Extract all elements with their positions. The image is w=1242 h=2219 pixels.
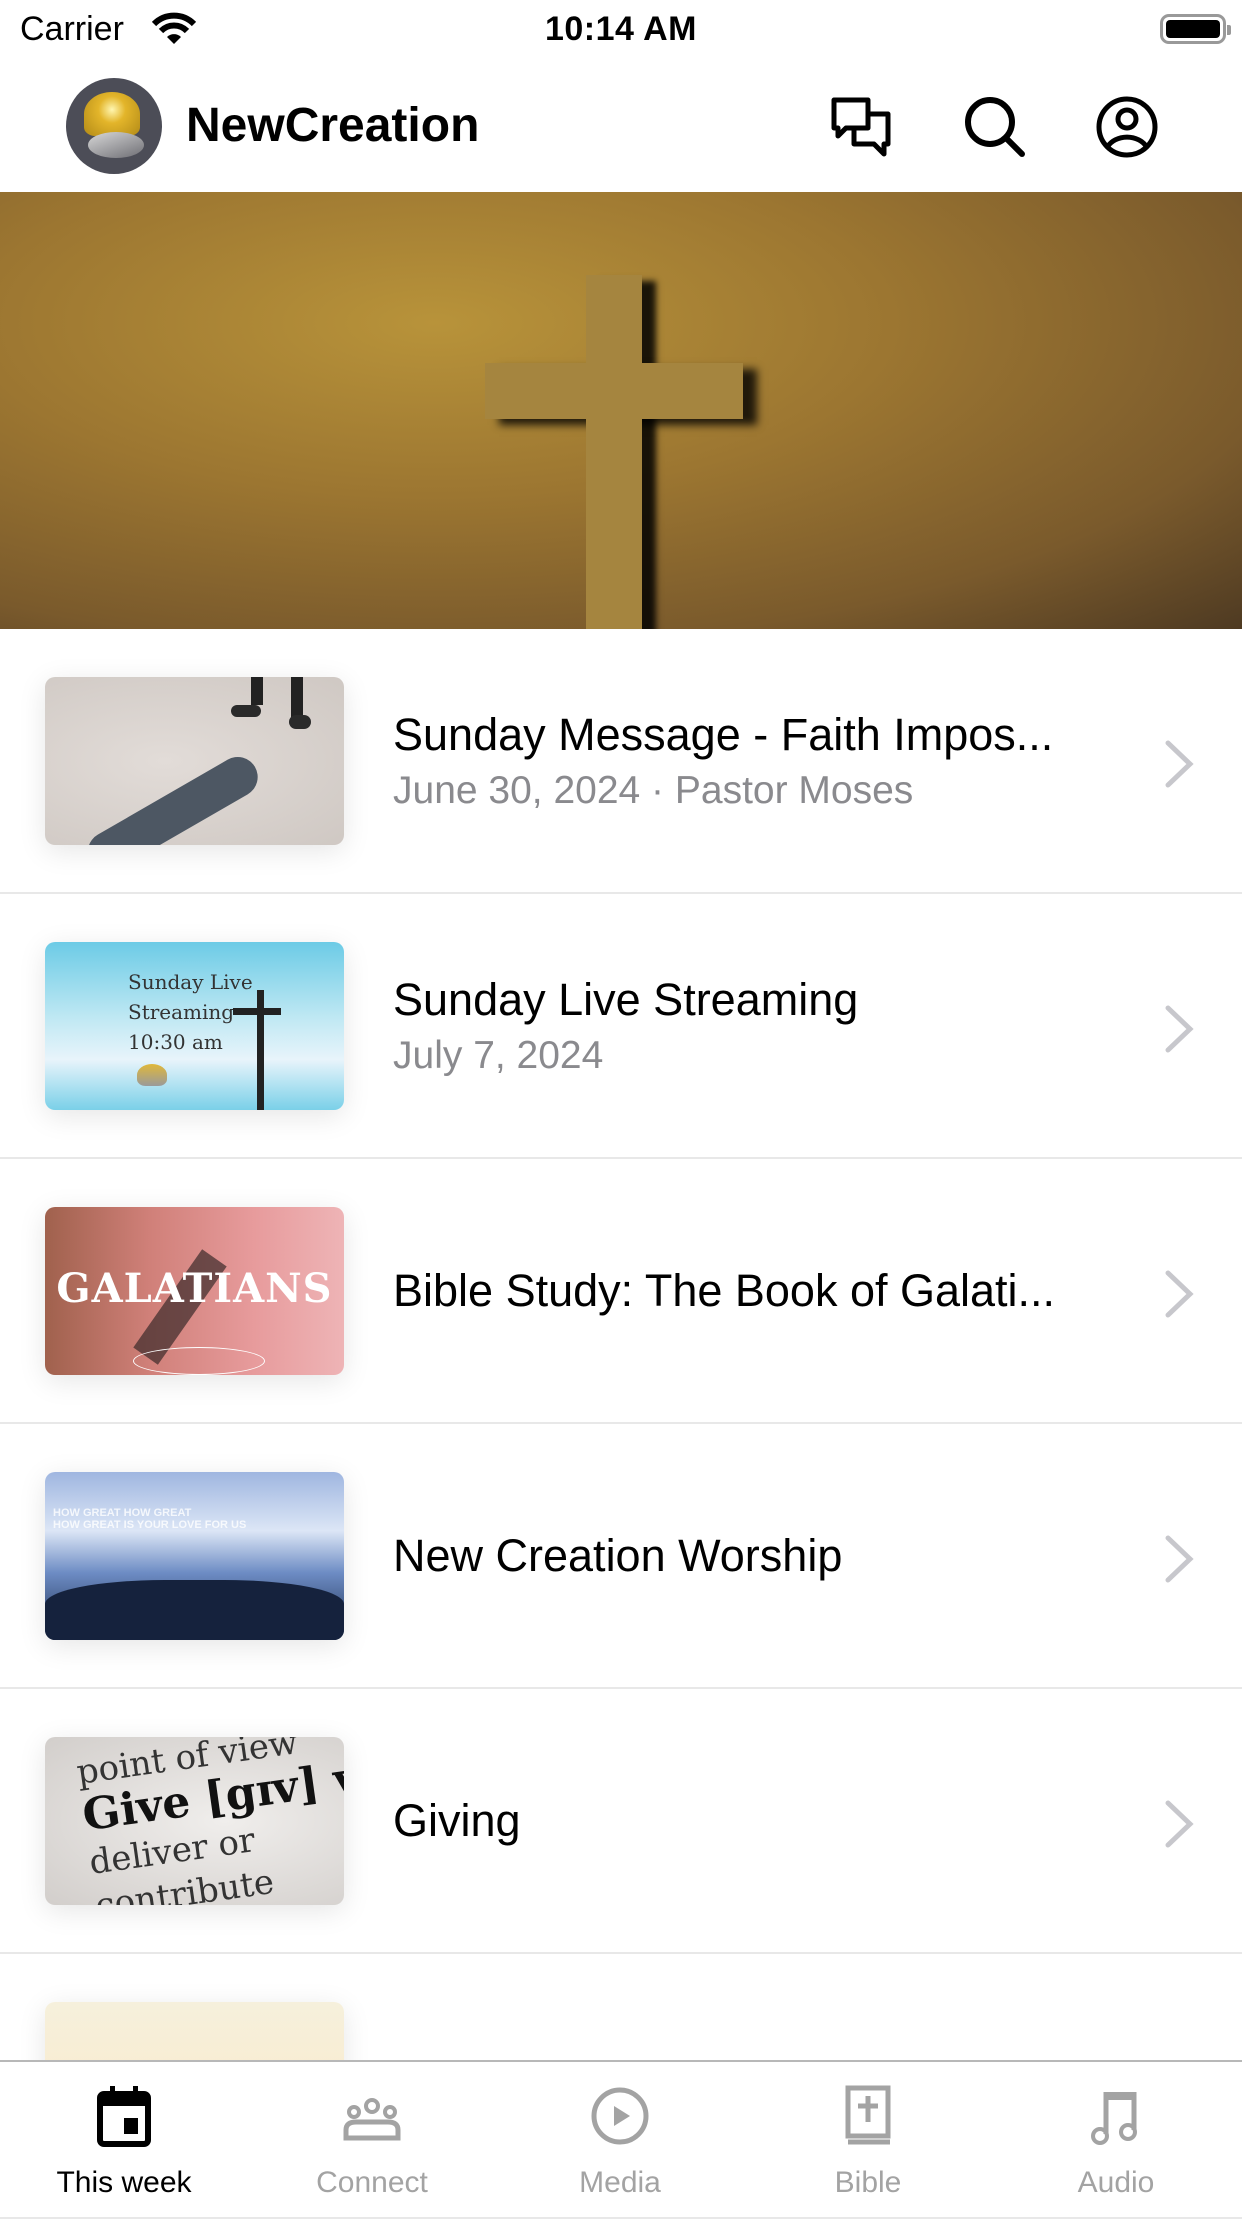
chevron-right-icon bbox=[1165, 1535, 1194, 1583]
item-subtitle: June 30, 2024 · Pastor Moses bbox=[393, 768, 914, 812]
newcreation-logo[interactable] bbox=[66, 78, 162, 174]
chat-bubbles-icon[interactable] bbox=[828, 94, 894, 160]
tab-media[interactable]: Media bbox=[496, 2062, 744, 2210]
content-list: Sunday Message - Faith Impos... June 30,… bbox=[0, 629, 1242, 2219]
app-title: NewCreation bbox=[186, 99, 480, 152]
list-item[interactable]: GALATIANS Bible Study: The Book of Galat… bbox=[0, 1159, 1242, 1424]
list-item[interactable]: HOW GREAT HOW GREAT HOW GREAT IS YOUR LOV… bbox=[0, 1424, 1242, 1689]
tab-label: Bible bbox=[834, 2166, 902, 2199]
battery-icon bbox=[1160, 14, 1231, 44]
item-title: New Creation Worship bbox=[393, 1529, 843, 1581]
chevron-right-icon bbox=[1165, 1005, 1194, 1053]
clock: 10:14 AM bbox=[544, 10, 698, 48]
tab-connect[interactable]: Connect bbox=[248, 2062, 496, 2210]
thumbnail-worship-crowd: HOW GREAT HOW GREAT HOW GREAT IS YOUR LOV… bbox=[45, 1472, 344, 1640]
tab-label: Connect bbox=[316, 2166, 428, 2199]
status-bar: Carrier 10:14 AM bbox=[0, 0, 1242, 64]
tab-audio[interactable]: Audio bbox=[992, 2062, 1240, 2210]
search-icon[interactable] bbox=[962, 94, 1028, 160]
people-icon bbox=[343, 2098, 401, 2141]
cross-beam bbox=[586, 275, 642, 629]
bible-icon bbox=[845, 2085, 891, 2145]
item-title: Bible Study: The Book of Galati... bbox=[393, 1264, 1056, 1316]
hero-banner[interactable] bbox=[0, 192, 1242, 629]
music-note-icon bbox=[1091, 2092, 1137, 2145]
top-nav-bar: NewCreation bbox=[0, 64, 1242, 192]
item-title: Giving bbox=[393, 1794, 521, 1846]
tab-bible[interactable]: Bible bbox=[744, 2062, 992, 2210]
list-item[interactable]: Sunday Live Streaming 10:30 am Sunday Live… bbox=[0, 894, 1242, 1159]
play-circle-icon bbox=[591, 2087, 649, 2145]
tab-label: Audio bbox=[1077, 2166, 1155, 2199]
list-item[interactable]: Sunday Message - Faith Impos... June 30,… bbox=[0, 629, 1242, 894]
calendar-icon bbox=[97, 2086, 151, 2147]
tab-label: This week bbox=[56, 2166, 192, 2199]
thumbnail-shadow-on-sand bbox=[45, 677, 344, 845]
item-title: Sunday Live Streaming bbox=[393, 973, 859, 1025]
thumbnail-dictionary-give: point of view Give [gɪv] v deliver or contr… bbox=[45, 1737, 344, 1905]
tab-label: Media bbox=[579, 2166, 661, 2199]
list-item[interactable]: point of view Give [gɪv] v deliver or contr… bbox=[0, 1689, 1242, 1954]
tab-bar: This week Connect Media Bible Audio bbox=[0, 2060, 1242, 2210]
tab-this-week[interactable]: This week bbox=[0, 2062, 248, 2210]
item-subtitle: July 7, 2024 bbox=[393, 1033, 604, 1077]
thumbnail-sky-cross: Sunday Live Streaming 10:30 am bbox=[45, 942, 344, 1110]
user-circle-icon[interactable] bbox=[1094, 94, 1160, 160]
chevron-right-icon bbox=[1165, 1800, 1194, 1848]
item-title: Sunday Message - Faith Impos... bbox=[393, 708, 1054, 760]
thumbnail-galatians: GALATIANS bbox=[45, 1207, 344, 1375]
chevron-right-icon bbox=[1165, 1270, 1194, 1318]
chevron-right-icon bbox=[1165, 740, 1194, 788]
